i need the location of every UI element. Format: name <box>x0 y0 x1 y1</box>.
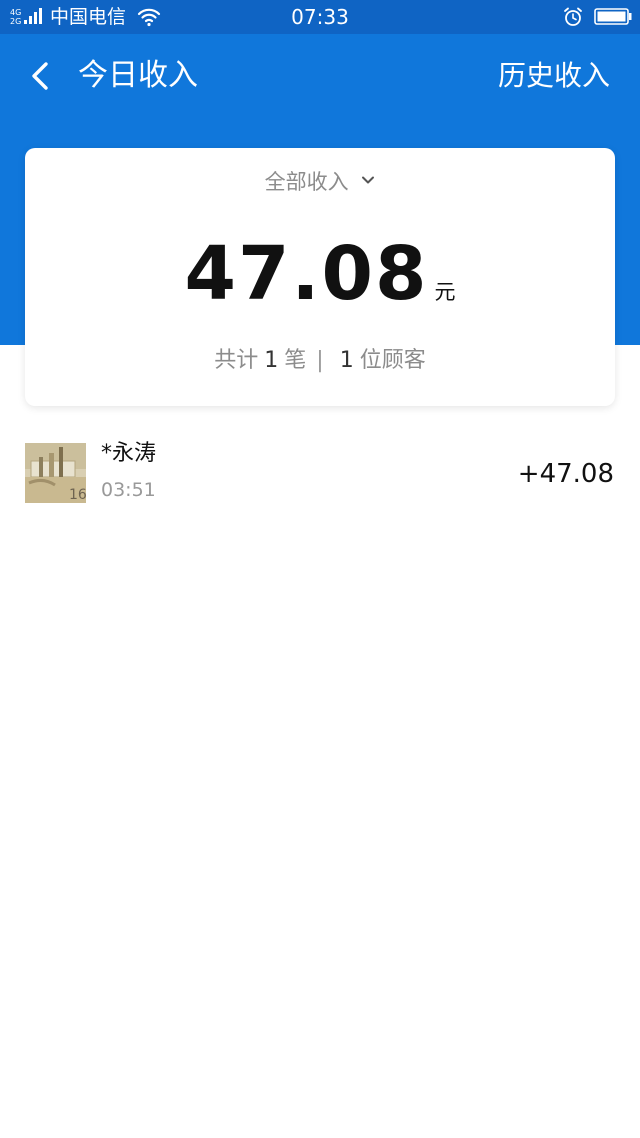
count-prefix: 共计 <box>214 348 259 373</box>
transaction-time: 03:51 <box>101 479 156 501</box>
customers-value: 1 <box>339 348 354 373</box>
filter-label: 全部收入 <box>264 170 349 194</box>
chevron-down-icon <box>362 176 375 184</box>
history-income-link[interactable]: 历史收入 <box>498 56 610 96</box>
summary-card: 全部收入 47.08 元 共计 1 笔 | 1 位顾客 <box>25 148 615 406</box>
transaction-amount: +47.08 <box>517 459 614 489</box>
income-filter-dropdown[interactable]: 全部收入 <box>25 168 615 196</box>
separator: | <box>316 348 324 373</box>
customers-suffix: 位顾客 <box>359 348 426 373</box>
avatar-image: 16 <box>25 443 86 503</box>
page-title: 今日收入 <box>78 58 198 93</box>
battery-icon <box>594 8 632 25</box>
status-bar: 4G 2G 中国电信 07:33 <box>0 0 640 34</box>
summary-stats: 共计 1 笔 | 1 位顾客 <box>25 346 615 376</box>
count-value: 1 <box>264 348 279 373</box>
transaction-row[interactable]: 16 *永涛 03:51 +47.08 <box>0 425 640 521</box>
alarm-icon <box>564 7 582 26</box>
currency-unit: 元 <box>434 280 456 304</box>
chevron-left-icon <box>32 62 48 90</box>
screen: 4G 2G 中国电信 07:33 今日收入 历史收入 全部收入 47.08 元 … <box>0 0 640 1138</box>
back-button[interactable] <box>24 56 60 96</box>
avatar-number: 16 <box>69 487 86 503</box>
payer-avatar: 16 <box>25 443 86 503</box>
payer-name: *永涛 <box>101 441 157 466</box>
status-time: 07:33 <box>291 5 349 29</box>
count-suffix: 笔 <box>284 348 307 373</box>
total-amount: 47.08 <box>184 231 429 317</box>
total-amount-row: 47.08 元 <box>25 226 615 322</box>
